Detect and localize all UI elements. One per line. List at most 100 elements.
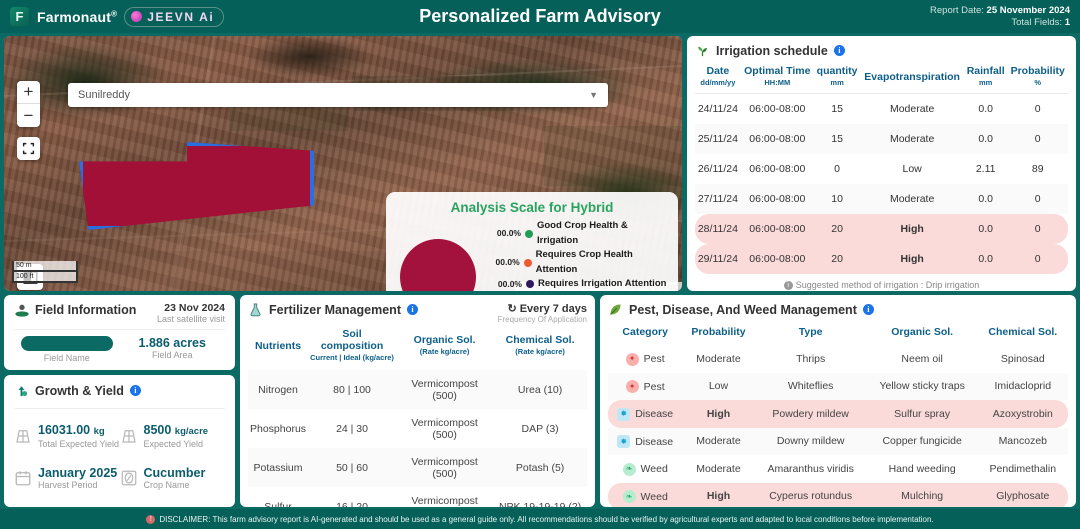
- cell-prob: 0: [1007, 214, 1068, 244]
- col-chemical-sol: Chemical Sol. (Rate kg/acre): [505, 334, 575, 356]
- scale-metric: 50 m: [12, 261, 78, 272]
- table-header-row: Nutrients Soil composition Current | Idea…: [248, 324, 587, 370]
- pest-title: Pest, Disease, And Weed Management: [629, 302, 857, 317]
- info-icon[interactable]: i: [129, 385, 141, 397]
- legend-item: 00.0% Good Crop Health & Irrigation: [484, 219, 668, 248]
- analysis-scale-panel: Analysis Scale for Hybrid 00.0% Good Cro…: [386, 192, 678, 291]
- cell-nutrient: Potassium: [248, 448, 309, 487]
- info-icon[interactable]: i: [406, 304, 418, 315]
- legend-item: 00.0% Requires Irrigation Attention: [484, 277, 668, 291]
- col-nutrients: Nutrients: [254, 340, 302, 352]
- cell-type: Cyperus rotundus: [754, 482, 867, 507]
- irrigation-title: Irrigation schedule: [716, 43, 828, 58]
- cell-chemical: Mancozeb: [977, 427, 1068, 455]
- legend-label: Requires Irrigation Attention: [538, 278, 667, 289]
- bottom-row: Field Information 23 Nov 2024 Last satel…: [4, 295, 1076, 507]
- registered-mark: ®: [111, 8, 118, 18]
- cell-organic: Vermicompost (500): [411, 416, 478, 441]
- field-info-date-group: 23 Nov 2024 Last satellite visit: [157, 302, 225, 324]
- cell-date: 26/11/24: [697, 163, 738, 175]
- growth-icon: [18, 387, 28, 397]
- growth-yield-value: 8500 kg/acre: [143, 423, 209, 438]
- zoom-out-button[interactable]: −: [17, 104, 40, 127]
- analysis-pie-chart: [400, 239, 476, 291]
- cell-probability: Moderate: [696, 352, 741, 365]
- cell-chemical: Imidacloprid: [977, 372, 1068, 400]
- cell-soil: 80 | 100: [308, 370, 397, 409]
- total-fields-line: Total Fields: 1: [930, 17, 1070, 29]
- cell-prob: 0: [1007, 184, 1068, 214]
- cell-date: 24/11/24: [697, 103, 738, 115]
- legend-item: 00.0% Requires Crop Health Attention: [484, 248, 668, 277]
- fertilizer-header: Fertilizer Management i ↻ Every 7 days F…: [248, 302, 587, 324]
- col-organic-sol: Organic Sol. (Rate kg/acre): [413, 334, 476, 356]
- irrigation-header: Irrigation schedule i: [695, 43, 1068, 63]
- zoom-in-button[interactable]: +: [17, 81, 40, 104]
- map-panel[interactable]: + − Sunilreddy ▼ 50 m 100 ft Analysis Sc…: [4, 36, 682, 291]
- chevron-down-icon: ▼: [589, 90, 598, 100]
- cell-probability: High: [682, 482, 755, 507]
- field-search-dropdown[interactable]: Sunilreddy ▼: [68, 83, 608, 107]
- table-row: 27/11/24 06:00-08:00 10 Moderate 0.0 0: [695, 184, 1068, 214]
- fertilizer-frequency-value: ↻ Every 7 days: [507, 303, 587, 315]
- cell-type: Powdery mildew: [754, 400, 867, 428]
- cell-category: ✸ Disease: [608, 427, 683, 455]
- virus-icon: ✸: [617, 435, 631, 448]
- growth-yield-item-text: 16031.00 kg Total Expected Yield: [38, 423, 119, 449]
- divider: [14, 408, 225, 410]
- cell-rain: 0.0: [963, 124, 1008, 154]
- cell-organic: Vermicompost (500): [396, 370, 494, 409]
- growth-yield-item: Cucumber Crop Name: [120, 459, 226, 500]
- brand: F Farmonaut®: [10, 7, 117, 26]
- jeevn-label: JEEVN Ai: [147, 9, 215, 24]
- cell-probability: Low: [682, 372, 755, 400]
- field-info-title: Field Information: [35, 303, 137, 317]
- virus-icon: ✸: [617, 407, 631, 421]
- cell-et: Moderate: [889, 103, 935, 115]
- table-row: 28/11/24 06:00-08:00 20 High 0.0 0: [695, 214, 1068, 244]
- pest-management-panel: Pest, Disease, And Weed Management i Cat…: [600, 295, 1076, 507]
- pest-header: Pest, Disease, And Weed Management i: [608, 302, 1068, 322]
- field-area-value: 1.886 acres: [138, 336, 206, 350]
- info-icon[interactable]: i: [862, 304, 874, 315]
- fullscreen-button[interactable]: [17, 137, 40, 160]
- col-evapotranspiration: Evapotranspiration: [860, 63, 964, 94]
- irrigation-schedule-panel: Irrigation schedule i Date dd/mm/yy Optim…: [687, 36, 1076, 291]
- info-icon[interactable]: i: [833, 45, 845, 56]
- table-header-row: Date dd/mm/yy Optimal Time HH:MM quantity m…: [695, 63, 1068, 94]
- table-row: 29/11/24 06:00-08:00 20 High 0.0 0: [695, 244, 1068, 274]
- cell-organic: Copper fungicide: [866, 427, 978, 455]
- jeevn-ai-badge[interactable]: JEEVN Ai: [124, 6, 225, 27]
- cell-probability: Moderate: [696, 462, 741, 475]
- leaf-icon: ❧: [622, 490, 636, 503]
- info-icon-small: i: [783, 281, 793, 290]
- map-zoom-controls[interactable]: + −: [17, 81, 40, 127]
- header-meta: Report Date: 25 November 2024 Total Fiel…: [930, 5, 1070, 29]
- field-icon: [15, 304, 29, 317]
- fertilizer-management-panel: Fertilizer Management i ↻ Every 7 days F…: [240, 295, 595, 507]
- field-name-redacted: [20, 336, 113, 351]
- cell-time: 06:00-08:00: [740, 244, 814, 274]
- field-information-panel: Field Information 23 Nov 2024 Last satel…: [4, 295, 235, 371]
- table-row: ✸ Disease High Powdery mildew Sulfur spra…: [608, 400, 1068, 428]
- cell-et: Low: [902, 163, 922, 175]
- cell-et: Moderate: [860, 124, 964, 154]
- growth-yield-grid: 16031.00 kg Total Expected Yield 8500 kg…: [14, 416, 225, 500]
- cell-probability: High: [682, 400, 755, 428]
- cell-rain: 2.11: [975, 163, 996, 175]
- cell-rain: 0.0: [963, 244, 1008, 274]
- cell-organic: Sulfur spray: [866, 400, 978, 428]
- cell-qty: 15: [831, 103, 843, 115]
- table-row: Nitrogen 80 | 100 Vermicompost (500) Ure…: [248, 370, 587, 409]
- cell-date: 28/11/24: [695, 214, 741, 244]
- cell-time: 06:00-08:00: [740, 124, 814, 154]
- legend-swatch-icon: [526, 280, 534, 289]
- cell-category: ✸ Disease: [608, 400, 683, 428]
- col-date: Date dd/mm/yy: [695, 63, 741, 94]
- jeevn-orb-icon: [131, 11, 143, 22]
- warning-icon: !: [146, 514, 156, 524]
- growth-yield-header: Growth & Yield i: [14, 383, 225, 403]
- field-area-stat: 1.886 acres Field Area: [120, 336, 226, 363]
- cell-nutrient: Nitrogen: [248, 370, 309, 409]
- irrigation-note: i Suggested method of irrigation : Drip i…: [695, 274, 1068, 291]
